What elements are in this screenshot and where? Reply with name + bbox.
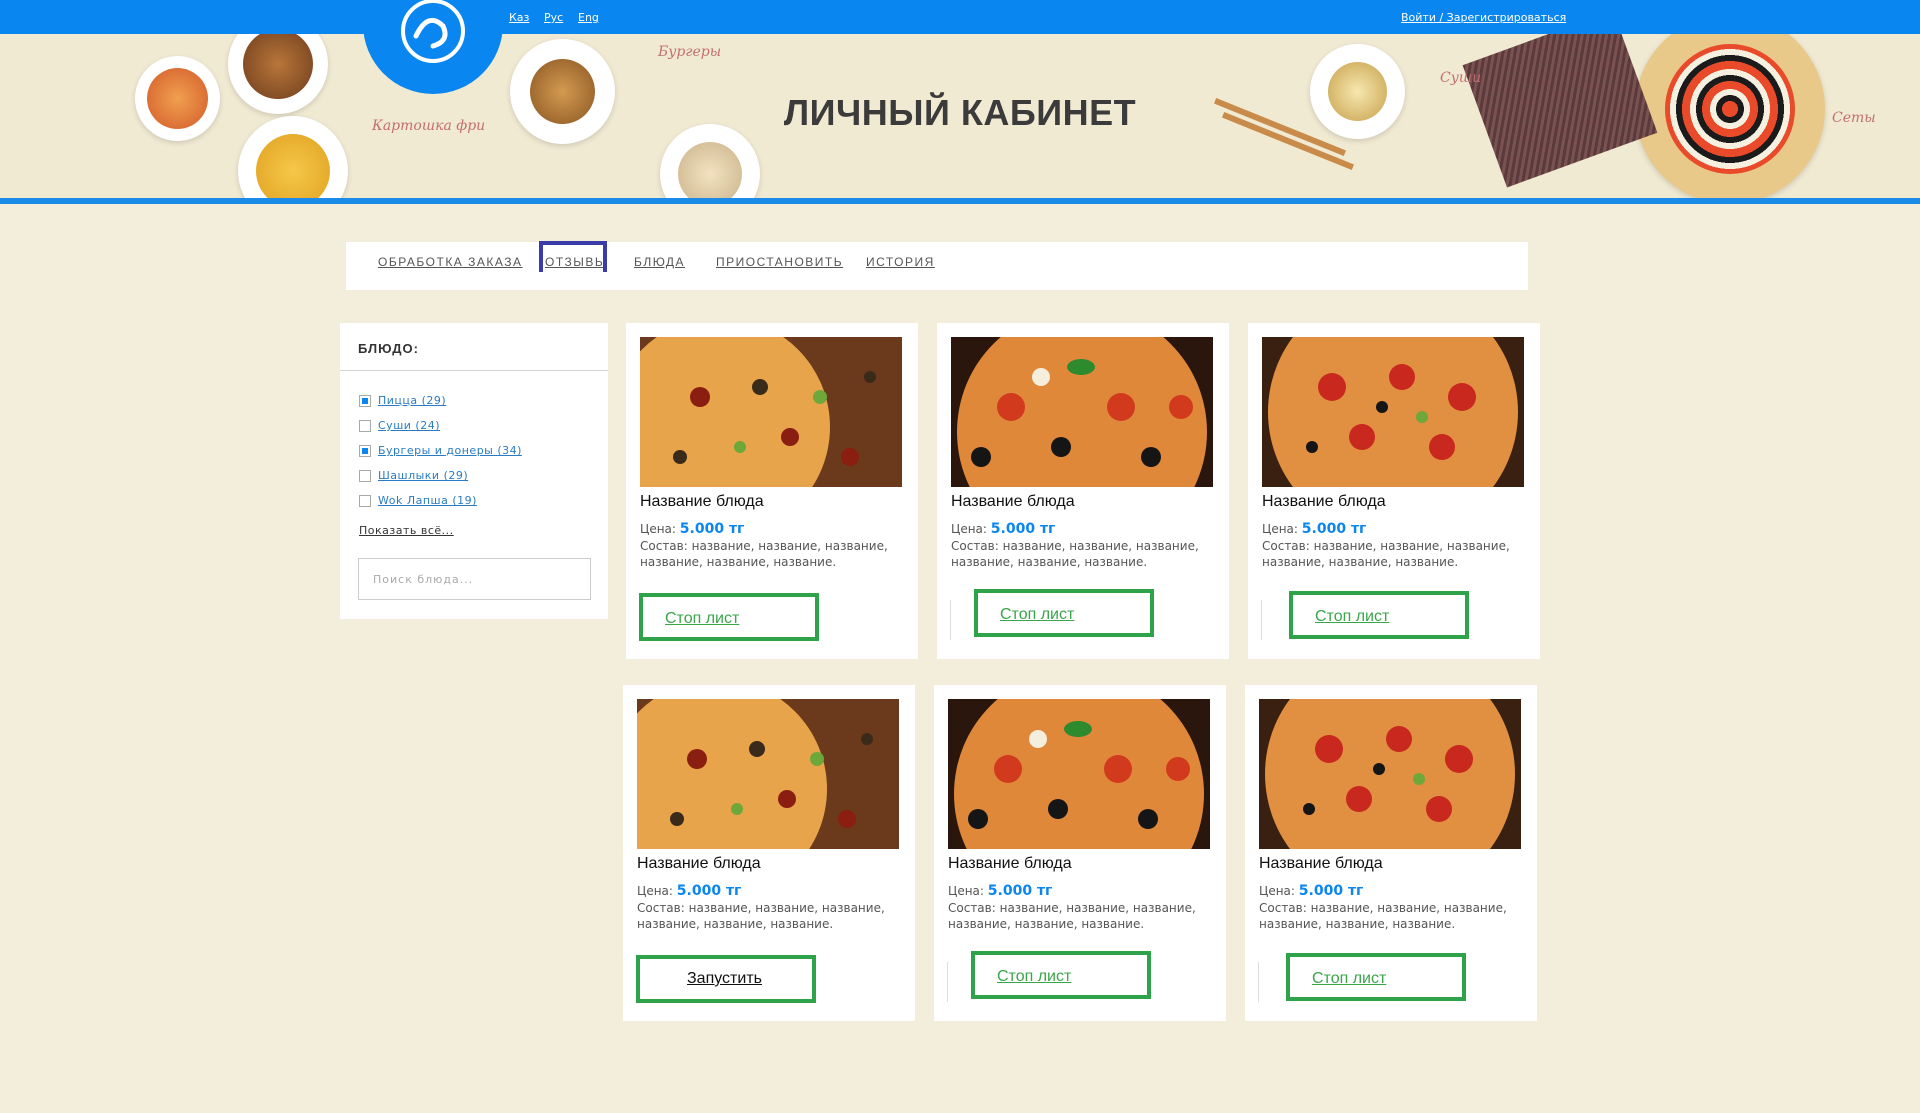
nav-bar: [346, 242, 1528, 290]
dish-card: Название блюда Цена: 5.000 тг Состав: на…: [1245, 685, 1537, 1021]
dish-image: [948, 699, 1210, 849]
dish-price: Цена: 5.000 тг: [951, 521, 1055, 537]
price-label: Цена:: [951, 522, 987, 536]
checkbox[interactable]: [359, 420, 371, 432]
stop-list-button[interactable]: Стоп лист: [971, 951, 1151, 999]
tab-dishes[interactable]: БЛЮДА: [634, 255, 685, 269]
lang-rus-link[interactable]: Рус: [544, 11, 563, 24]
tab-order-processing[interactable]: ОБРАБОТКА ЗАКАЗА: [378, 255, 523, 269]
button-label: Стоп лист: [1000, 606, 1075, 623]
dish-description: Состав: название, название, название, на…: [1262, 539, 1510, 569]
dish-name: Название блюда: [640, 493, 764, 510]
checkbox[interactable]: [359, 470, 371, 482]
filter-sidebar: БЛЮДО: Пицца (29) Суши (24) Бургеры и до…: [340, 323, 608, 619]
divider: [950, 600, 951, 640]
divider: [1261, 600, 1262, 640]
price-value: 5.000 тг: [679, 521, 745, 537]
dish-image: [1262, 337, 1524, 487]
page-title: ЛИЧНЫЙ КАБИНЕТ: [783, 92, 1137, 133]
stop-list-button[interactable]: Стоп лист: [639, 593, 819, 641]
dish-price: Цена: 5.000 тг: [1262, 521, 1366, 537]
price-value: 5.000 тг: [990, 521, 1056, 537]
price-value: 5.000 тг: [987, 883, 1053, 899]
header-label-sushi: Суши: [1440, 70, 1482, 86]
pizza-image: [948, 699, 1210, 849]
pizza-image: [640, 337, 902, 487]
dish-card: Название блюда Цена: 5.000 тг Состав: на…: [934, 685, 1226, 1021]
dish-search-input[interactable]: [358, 558, 591, 600]
checkbox-checked[interactable]: [359, 445, 371, 457]
dish-card: Название блюда Цена: 5.000 тг Состав: на…: [1248, 323, 1540, 659]
stop-list-button[interactable]: Стоп лист: [974, 589, 1154, 637]
dish-image: [1259, 699, 1521, 849]
divider: [340, 370, 608, 371]
dish-description: Состав: название, название, название, на…: [1259, 901, 1507, 931]
login-register-link[interactable]: Войти / Зарегистрироваться: [1401, 11, 1566, 24]
filter-label[interactable]: Шашлыки (29): [378, 469, 468, 482]
dish-description: Состав: название, название, название, на…: [637, 901, 885, 931]
dish-name: Название блюда: [948, 855, 1072, 872]
filter-label[interactable]: Суши (24): [378, 419, 440, 432]
pizza-image: [951, 337, 1213, 487]
price-value: 5.000 тг: [1301, 521, 1367, 537]
tab-suspend[interactable]: ПРИОСТАНОВИТЬ: [716, 255, 843, 269]
price-value: 5.000 тг: [1298, 883, 1364, 899]
dish-description: Состав: название, название, название, на…: [640, 539, 888, 569]
button-label: Стоп лист: [665, 610, 740, 627]
filter-label[interactable]: Wok Лапша (19): [378, 494, 477, 507]
header-label-burgers: Бургеры: [658, 44, 722, 60]
pizza-image: [637, 699, 899, 849]
tab-history[interactable]: ИСТОРИЯ: [866, 255, 935, 269]
filter-label[interactable]: Пицца (29): [378, 394, 446, 407]
dish-card: Название блюда Цена: 5.000 тг Состав: на…: [937, 323, 1229, 659]
price-label: Цена:: [640, 522, 676, 536]
dish-price: Цена: 5.000 тг: [948, 883, 1052, 899]
price-label: Цена:: [948, 884, 984, 898]
button-label: Стоп лист: [1315, 608, 1390, 625]
active-tab-highlight: [539, 241, 607, 272]
food-plate-image: [660, 124, 760, 198]
divider: [1258, 962, 1259, 1002]
price-label: Цена:: [1259, 884, 1295, 898]
dish-name: Название блюда: [951, 493, 1075, 510]
button-label: Стоп лист: [1312, 970, 1387, 987]
lang-eng-link[interactable]: Eng: [578, 11, 599, 24]
price-label: Цена:: [1262, 522, 1298, 536]
dish-description: Состав: название, название, название, на…: [951, 539, 1199, 569]
divider: [947, 962, 948, 1002]
price-label: Цена:: [637, 884, 673, 898]
dish-description: Состав: название, название, название, на…: [948, 901, 1196, 931]
lang-kaz-link[interactable]: Каз: [509, 11, 529, 24]
button-label: Стоп лист: [997, 968, 1072, 985]
dish-name: Название блюда: [637, 855, 761, 872]
dish-image: [637, 699, 899, 849]
dish-name: Название блюда: [1259, 855, 1383, 872]
pizza-image: [1262, 337, 1524, 487]
dish-price: Цена: 5.000 тг: [1259, 883, 1363, 899]
filter-label[interactable]: Бургеры и донеры (34): [378, 444, 522, 457]
pizza-image: [1259, 699, 1521, 849]
stop-list-button[interactable]: Стоп лист: [1289, 591, 1469, 639]
dish-card: Название блюда Цена: 5.000 тг Состав: на…: [626, 323, 918, 659]
logo-icon: [401, 0, 465, 63]
price-value: 5.000 тг: [676, 883, 742, 899]
dish-image: [640, 337, 902, 487]
dish-name: Название блюда: [1262, 493, 1386, 510]
show-all-link[interactable]: Показать всё...: [359, 524, 454, 537]
checkbox[interactable]: [359, 495, 371, 507]
dish-price: Цена: 5.000 тг: [637, 883, 741, 899]
checkbox-checked[interactable]: [359, 395, 371, 407]
button-label: Запустить: [687, 970, 762, 987]
top-bar: [0, 0, 1920, 34]
header-banner: Бургеры Картошка фри Суши Сеты ЛИЧНЫЙ КА…: [0, 34, 1920, 204]
sidebar-title: БЛЮДО:: [358, 341, 419, 356]
stop-list-button[interactable]: Стоп лист: [1286, 953, 1466, 1001]
dish-image: [951, 337, 1213, 487]
dish-price: Цена: 5.000 тг: [640, 521, 744, 537]
dish-card: Название блюда Цена: 5.000 тг Состав: на…: [623, 685, 915, 1021]
launch-button[interactable]: Запустить: [636, 955, 816, 1003]
